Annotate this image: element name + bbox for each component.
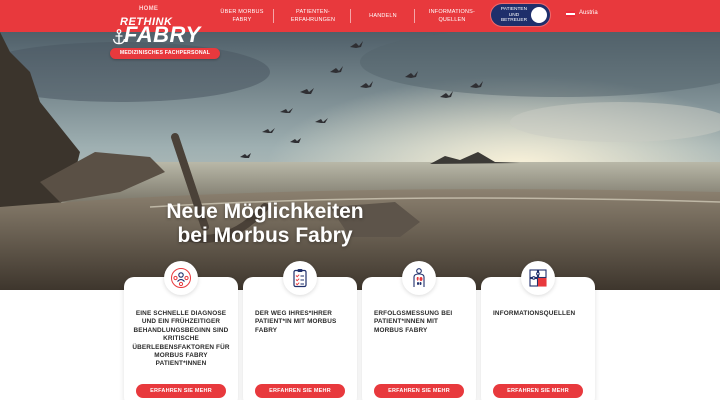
people-network-icon (171, 268, 191, 288)
rethink-fabry-logo[interactable]: RETHINK FABRY MEDIZINISCHES FACHPERSONAL (110, 16, 225, 62)
top-navigation-bar: HOME ÜBER MORBUS FABRY PATIENTEN- ERFAHR… (0, 0, 720, 32)
body-organs-icon (413, 268, 425, 287)
info-card-erfolgsmessung: ERFOLGSMESSUNG BEI PATIENT*INNEN MIT MOR… (362, 261, 476, 400)
logo-main-text: FABRY (124, 22, 201, 47)
learn-more-button[interactable]: ERFAHREN SIE MEHR (493, 384, 583, 398)
hero-headline: Neue Möglichkeiten bei Morbus Fabry (120, 200, 410, 248)
learn-more-button[interactable]: ERFAHREN SIE MEHR (136, 384, 226, 398)
learn-more-button[interactable]: ERFAHREN SIE MEHR (255, 384, 345, 398)
card-icon-badge (283, 261, 317, 295)
nav-home[interactable]: HOME (139, 6, 158, 12)
info-card-informationsquellen: INFORMATIONSQUELLEN ERFAHREN SIE MEHR (481, 261, 595, 400)
toggle-label: PATIENTEN UND BETREUER (500, 7, 528, 23)
card-text: EINE SCHNELLE DIAGNOSE UND EIN FRÜHZEITI… (132, 310, 230, 368)
hero-section: Neue Möglichkeiten bei Morbus Fabry (0, 32, 720, 290)
clipboard-checklist-icon (293, 269, 307, 288)
country-selector[interactable]: Austria (579, 10, 598, 16)
toggle-knob (531, 7, 547, 23)
puzzle-icon (529, 269, 547, 287)
hero-headline-line1: Neue Möglichkeiten (166, 200, 364, 223)
nav-patienten-erfahrungen[interactable]: PATIENTEN- ERFAHRUNGEN (280, 6, 346, 26)
hero-headline-line2: bei Morbus Fabry (177, 224, 353, 247)
card-icon-badge (521, 261, 555, 295)
card-icon-badge (402, 261, 436, 295)
card-icon-badge (164, 261, 198, 295)
card-text: DER WEG IHRES*IHRER PATIENT*IN MIT MORBU… (255, 310, 337, 334)
nav-separator (350, 9, 351, 23)
card-text: INFORMATIONSQUELLEN (493, 310, 576, 317)
hero-beach-illustration (0, 32, 720, 290)
nav-informationsquellen[interactable]: INFORMATIONS- QUELLEN (420, 6, 484, 26)
logo-subtitle-badge: MEDIZINISCHES FACHPERSONAL (110, 48, 220, 59)
nav-handeln[interactable]: HANDELN (356, 6, 410, 26)
card-text: ERFOLGSMESSUNG BEI PATIENT*INNEN MIT MOR… (374, 310, 453, 334)
learn-more-button[interactable]: ERFAHREN SIE MEHR (374, 384, 464, 398)
info-card-patient-journey: DER WEG IHRES*IHRER PATIENT*IN MIT MORBU… (243, 261, 357, 400)
info-card-diagnose: EINE SCHNELLE DIAGNOSE UND EIN FRÜHZEITI… (124, 261, 238, 400)
audience-toggle[interactable]: PATIENTEN UND BETREUER (491, 4, 550, 26)
austria-flag-icon[interactable] (566, 11, 575, 17)
nav-separator (273, 9, 274, 23)
nav-separator (414, 9, 415, 23)
